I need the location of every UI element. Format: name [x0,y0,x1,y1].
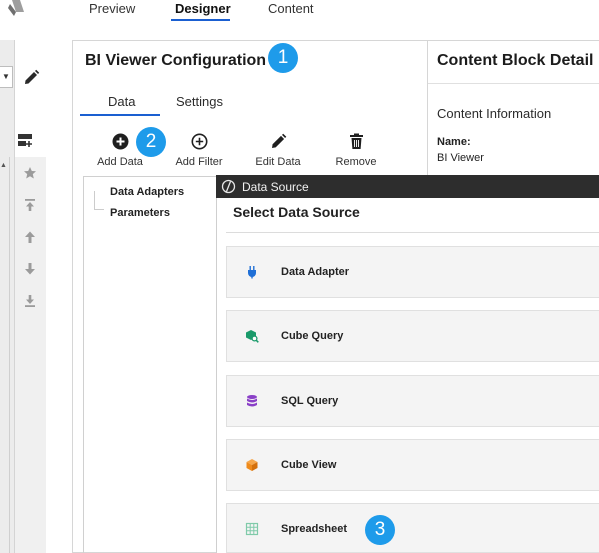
remove-label: Remove [335,156,377,168]
left-scrollbar[interactable] [0,157,10,553]
divider [428,83,599,84]
option-sql-query[interactable]: SQL Query [226,375,599,427]
name-label: Name: [437,136,471,148]
app-logo-icon [8,0,24,16]
scroll-up-arrow-icon[interactable]: ▲ [0,162,7,169]
tab-data[interactable]: Data [108,94,135,109]
add-data-label: Add Data [97,156,143,168]
option-data-adapter[interactable]: Data Adapter [226,246,599,298]
option-label: SQL Query [281,395,339,407]
divider [226,232,599,233]
option-label: Spreadsheet [281,523,348,535]
app-logo-icon [221,179,236,194]
add-filter-label: Add Filter [175,156,223,168]
data-tree [83,176,223,553]
add-panel-icon[interactable] [17,133,33,147]
option-cube-query[interactable]: Cube Query [226,310,599,362]
content-information-heading: Content Information [437,106,552,121]
tab-content[interactable]: Content [268,1,314,16]
add-filter-button[interactable]: Add Filter [164,133,234,173]
pencil-icon [271,133,286,148]
pencil-icon[interactable] [22,69,40,87]
select-data-source-heading: Select Data Source [233,204,360,220]
tree-item-data-adapters[interactable]: Data Adapters [110,186,184,198]
option-cube-view[interactable]: Cube View [226,439,599,491]
tree-item-parameters[interactable]: Parameters [110,207,170,219]
name-value: BI Viewer [437,152,484,164]
option-spreadsheet[interactable]: Spreadsheet [226,503,599,553]
trash-icon [349,133,363,149]
database-icon [247,395,257,407]
active-tab-indicator [171,19,230,21]
star-icon[interactable] [23,166,37,180]
tab-preview[interactable]: Preview [89,1,135,16]
left-dropdown[interactable]: ▼ [0,66,13,88]
tree-guide-line [94,191,104,210]
tool-rail [15,157,46,553]
move-to-bottom-icon[interactable] [23,294,37,308]
option-label: Data Adapter [281,266,350,278]
tab-settings[interactable]: Settings [176,94,223,109]
plus-circle-outline-icon [191,133,207,150]
cube-icon [246,459,258,471]
move-up-icon[interactable] [23,230,37,244]
grid-icon [245,522,259,536]
dialog-title: Data Source [242,180,309,194]
plug-icon [248,266,256,279]
panel-title: BI Viewer Configuration [85,52,267,69]
edit-data-button[interactable]: Edit Data [243,133,313,173]
remove-button[interactable]: Remove [321,133,391,173]
move-to-top-icon[interactable] [23,198,37,212]
chevron-down-icon: ▼ [2,72,10,81]
step-marker-3: 3 [365,515,395,545]
content-block-title: Content Block Detail [437,52,594,69]
tab-designer[interactable]: Designer [175,1,231,16]
plus-circle-filled-icon [112,133,128,150]
cube-search-icon [246,330,259,343]
inner-tab-indicator [80,114,160,116]
step-marker-2: 2 [136,127,166,157]
option-label: Cube Query [281,330,344,342]
edit-data-label: Edit Data [255,156,301,168]
move-down-icon[interactable] [23,262,37,276]
step-marker-1: 1 [268,43,298,73]
option-label: Cube View [281,459,337,471]
